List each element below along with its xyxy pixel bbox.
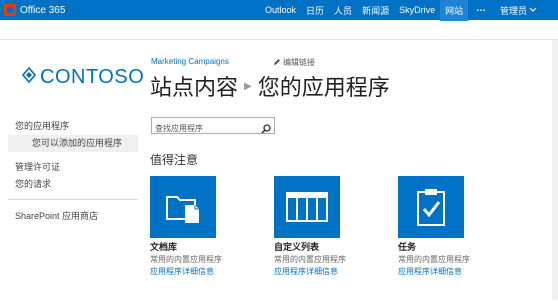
tasks-icon[interactable]	[398, 176, 464, 238]
app-tile-document-library[interactable]: 文档库 常用的内置应用程序 应用程序详细信息	[150, 176, 270, 277]
noteworthy-heading: 值得注意	[150, 153, 199, 167]
site-title-link[interactable]: Marketing Campaigns	[151, 57, 229, 66]
custom-list-icon[interactable]	[274, 176, 340, 238]
suite-bar: Office 365 Outlook 日历 人员 新闻源 SkyDrive 网站…	[0, 0, 558, 21]
suite-nav-newsfeed[interactable]: 新闻源	[357, 4, 394, 17]
user-name: 管理员	[500, 5, 528, 16]
suite-nav-sites[interactable]: 网站	[440, 0, 469, 21]
app-details-link[interactable]: 应用程序详细信息	[398, 266, 518, 277]
tile-description: 常用的内置应用程序	[150, 255, 222, 264]
search-input[interactable]	[152, 121, 256, 136]
site-logo[interactable]: CONTOSO	[21, 66, 145, 89]
tile-name: 任务	[398, 242, 417, 252]
app-details-link[interactable]: 应用程序详细信息	[150, 266, 270, 277]
user-menu[interactable]: 管理员	[500, 0, 537, 20]
breadcrumb-site-contents[interactable]: 站点内容	[150, 70, 238, 102]
chevron-down-icon	[529, 5, 537, 15]
suite-nav-people[interactable]: 人员	[329, 4, 357, 17]
breadcrumb-current-page: 您的应用程序	[257, 76, 390, 101]
document-library-icon[interactable]	[150, 176, 216, 238]
pencil-icon	[273, 58, 281, 68]
tile-name: 自定义列表	[274, 242, 320, 252]
office365-logo-icon	[4, 4, 16, 16]
nav-your-requests[interactable]: 您的请求	[8, 176, 138, 193]
suite-nav: Outlook 日历 人员 新闻源 SkyDrive 网站	[260, 0, 469, 21]
vertical-scrollbar[interactable]	[552, 40, 558, 300]
tile-description: 常用的内置应用程序	[398, 255, 470, 264]
page-title: 站点内容 ▶ 您的应用程序	[150, 70, 390, 102]
suite-nav-calendar[interactable]: 日历	[301, 4, 329, 17]
more-menu-button[interactable]: …	[476, 0, 486, 20]
left-navigation: 您的应用程序 您可以添加的应用程序 管理许可证 您的请求 SharePoint …	[8, 118, 138, 225]
nav-divider	[8, 199, 138, 200]
search-icon[interactable]	[261, 121, 271, 134]
app-details-link[interactable]: 应用程序详细信息	[274, 266, 394, 277]
nav-manage-licenses[interactable]: 管理许可证	[8, 159, 138, 176]
find-app-search-box	[151, 117, 275, 136]
ribbon-bar	[0, 20, 558, 40]
breadcrumb-separator-icon: ▶	[244, 80, 252, 92]
logo-text: CONTOSO	[40, 66, 145, 88]
suite-nav-skydrive[interactable]: SkyDrive	[394, 5, 440, 15]
app-tile-tasks[interactable]: 任务 常用的内置应用程序 应用程序详细信息	[398, 176, 518, 277]
nav-sharepoint-store[interactable]: SharePoint 应用商店	[8, 208, 138, 225]
nav-your-apps[interactable]: 您的应用程序	[8, 118, 138, 135]
office365-brand[interactable]: Office 365	[4, 2, 65, 18]
edit-links-label: 编辑链接	[283, 58, 315, 67]
tile-description: 常用的内置应用程序	[274, 255, 346, 264]
app-tile-custom-list[interactable]: 自定义列表 常用的内置应用程序 应用程序详细信息	[274, 176, 394, 277]
office365-brand-label: Office 365	[20, 4, 66, 16]
edit-links-button[interactable]: 编辑链接	[273, 57, 315, 68]
tile-name: 文档库	[150, 242, 178, 252]
suite-nav-outlook[interactable]: Outlook	[260, 5, 301, 15]
nav-apps-you-can-add[interactable]: 您可以添加的应用程序	[8, 135, 138, 152]
contoso-logo-icon	[21, 66, 37, 88]
